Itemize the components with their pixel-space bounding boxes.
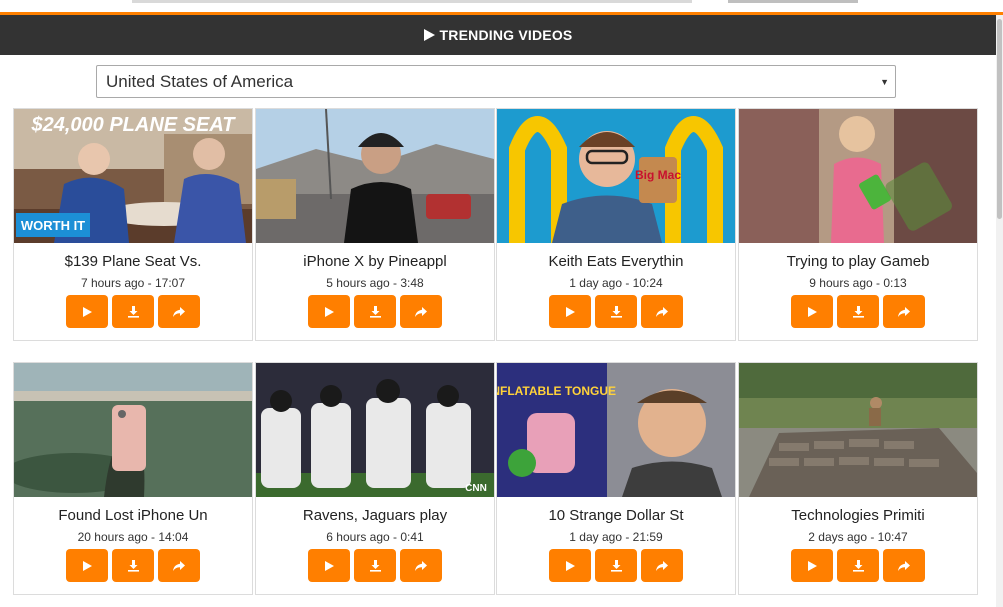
video-meta: 1 day ago - 21:59 [569,530,663,544]
video-card[interactable]: Found Lost iPhone Un 20 hours ago - 14:0… [13,362,253,595]
download-icon [610,306,622,318]
video-card[interactable]: Big Mac Keith Eats Everythin 1 day ago -… [496,108,736,341]
play-icon [83,306,92,317]
play-icon [566,560,575,571]
scrollbar[interactable] [996,15,1003,607]
share-button[interactable] [158,549,200,582]
play-icon [325,560,334,571]
country-select-value: United States of America [106,71,294,91]
share-button[interactable] [883,295,925,328]
download-icon [369,306,381,318]
header-title: TRENDING VIDEOS [439,27,573,43]
play-button[interactable] [791,295,833,328]
video-thumbnail[interactable] [739,109,977,243]
worth-it-badge: WORTH IT [21,218,85,233]
thumb-caption: Big Mac [635,168,681,182]
share-button[interactable] [158,295,200,328]
video-card[interactable]: CNN Ravens, Jaguars play 6 hours ago - 0… [255,362,495,595]
video-card[interactable]: $24,000 PLANE SEAT WORTH IT $139 Plane S… [13,108,253,341]
play-button[interactable] [791,549,833,582]
thumb-caption: $24,000 PLANE SEAT [30,114,236,136]
video-title[interactable]: iPhone X by Pineappl [256,253,494,270]
share-button[interactable] [641,295,683,328]
video-thumbnail[interactable]: CNN [256,363,494,497]
top-tab-bar-right [728,0,858,3]
download-button[interactable] [837,295,879,328]
play-icon [808,306,817,317]
thumb-caption: INFLATABLE TONGUE [497,384,616,398]
share-icon [173,306,185,317]
video-meta: 5 hours ago - 3:48 [326,276,424,290]
video-thumbnail[interactable]: INFLATABLE TONGUE [497,363,735,497]
video-title[interactable]: 10 Strange Dollar St [497,507,735,524]
video-thumbnail[interactable] [14,363,252,497]
play-icon [83,560,92,571]
video-card[interactable]: Trying to play Gameb 9 hours ago - 0:13 [738,108,978,341]
download-icon [852,560,864,572]
trending-videos-header: TRENDING VIDEOS [0,15,996,55]
play-button[interactable] [66,549,108,582]
video-title[interactable]: $139 Plane Seat Vs. [14,253,252,270]
download-button[interactable] [112,549,154,582]
video-meta: 7 hours ago - 17:07 [80,276,186,290]
video-title[interactable]: Found Lost iPhone Un [14,507,252,524]
share-icon [656,306,668,317]
download-button[interactable] [112,295,154,328]
video-title[interactable]: Ravens, Jaguars play [256,507,494,524]
play-button[interactable] [549,549,591,582]
download-button[interactable] [837,549,879,582]
play-button[interactable] [549,295,591,328]
download-button[interactable] [595,549,637,582]
video-meta: 2 days ago - 10:47 [808,530,908,544]
download-button[interactable] [354,295,396,328]
browser-top-strip [0,0,1003,12]
play-icon [423,29,435,41]
video-thumbnail[interactable] [256,109,494,243]
dropdown-arrow-icon: ▼ [880,77,889,87]
video-meta: 20 hours ago - 14:04 [77,530,189,544]
share-icon [173,560,185,571]
video-card[interactable]: iPhone X by Pineappl 5 hours ago - 3:48 [255,108,495,341]
video-card[interactable]: INFLATABLE TONGUE 10 Strange Dollar St 1… [496,362,736,595]
download-icon [127,306,139,318]
download-icon [369,560,381,572]
video-meta: 1 day ago - 10:24 [569,276,663,290]
download-icon [127,560,139,572]
share-icon [415,306,427,317]
play-icon [808,560,817,571]
video-thumbnail[interactable]: $24,000 PLANE SEAT WORTH IT [14,109,252,243]
top-tab-bar [132,0,692,3]
video-card[interactable]: Technologies Primiti 2 days ago - 10:47 [738,362,978,595]
play-button[interactable] [308,549,350,582]
country-select[interactable]: United States of America ▼ [96,65,896,98]
video-meta: 9 hours ago - 0:13 [809,276,907,290]
download-button[interactable] [354,549,396,582]
video-title[interactable]: Technologies Primiti [739,507,977,524]
play-icon [325,306,334,317]
share-icon [898,560,910,571]
share-icon [415,560,427,571]
video-meta: 6 hours ago - 0:41 [326,530,424,544]
thumb-caption: CNN [465,483,487,494]
video-thumbnail[interactable] [739,363,977,497]
play-icon [566,306,575,317]
video-title[interactable]: Trying to play Gameb [739,253,977,270]
share-button[interactable] [883,549,925,582]
download-icon [852,306,864,318]
share-button[interactable] [641,549,683,582]
video-thumbnail[interactable]: Big Mac [497,109,735,243]
download-icon [610,560,622,572]
play-button[interactable] [308,295,350,328]
share-icon [898,306,910,317]
share-button[interactable] [400,295,442,328]
play-button[interactable] [66,295,108,328]
scrollbar-thumb[interactable] [997,19,1002,219]
download-button[interactable] [595,295,637,328]
share-button[interactable] [400,549,442,582]
video-title[interactable]: Keith Eats Everythin [497,253,735,270]
share-icon [656,560,668,571]
